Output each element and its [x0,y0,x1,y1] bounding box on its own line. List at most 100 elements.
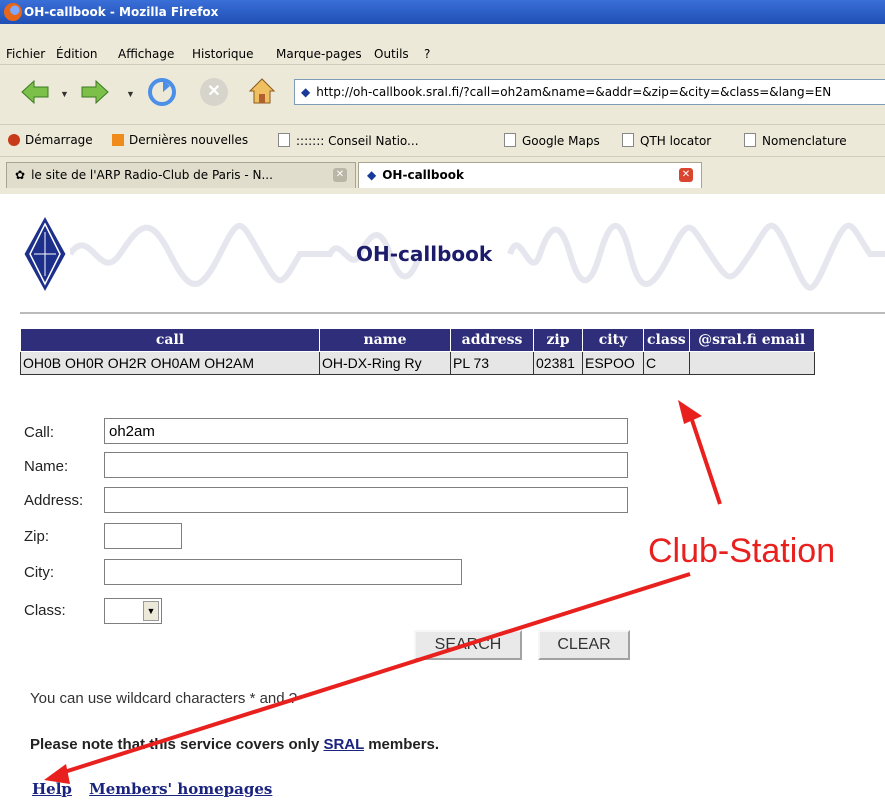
table-cell: OH-DX-Ring Ry [319,351,451,375]
back-history-dropdown-icon[interactable]: ▼ [60,89,69,99]
menu-help[interactable]: ? [424,47,430,61]
menu-outils[interactable]: Outils [374,47,409,61]
forward-arrow-icon [81,79,109,105]
class-label: Class: [24,602,66,619]
close-tab-icon[interactable]: ✕ [679,168,693,182]
bookmark-conseil[interactable]: ::::::: Conseil Natio... [278,133,419,148]
zip-input[interactable] [104,523,182,549]
address-input[interactable] [104,487,628,513]
sral-link[interactable]: SRAL [323,736,364,753]
home-icon[interactable] [248,77,276,105]
window-title: OH-callbook - Mozilla Firefox [24,5,219,19]
menu-edition[interactable]: Édition [56,47,98,61]
bookmark-label: Dernières nouvelles [129,133,249,147]
menu-marque-pages[interactable]: Marque-pages [276,47,362,61]
column-header: city [582,328,644,352]
help-link[interactable]: Help [32,780,72,798]
page-icon [278,133,290,147]
bookmark-qth-locator[interactable]: QTH locator [622,133,711,148]
house-shape [248,78,276,104]
bookmark-demarrage[interactable]: Démarrage [8,133,93,147]
window-title-bar: OH-callbook - Mozilla Firefox [0,0,885,24]
annotation-label: Club-Station [648,532,836,570]
zip-label: Zip: [24,528,50,545]
note-text: members. [364,736,440,753]
page-content: OH-callbook call name address zip city c… [0,194,885,803]
divider [20,312,885,314]
firefox-logo-icon [4,3,22,21]
chevron-down-icon[interactable]: ▼ [143,601,159,621]
footer-links: Help Members' homepages [32,780,284,798]
stop-icon[interactable]: ✕ [200,78,228,106]
tab-label: OH-callbook [382,168,464,182]
table-cell: C [643,351,690,375]
results-table: call name address zip city class @sral.f… [20,328,815,375]
navigation-toolbar: ▼ ▼ ✕ ◆ http://oh-callbook.sral.fi/?call=… [0,64,885,125]
forward-button[interactable] [80,79,109,105]
back-arrow-icon [21,79,49,105]
bookmark-label: Nomenclature [762,134,847,148]
page-icon [504,133,516,147]
table-cell: PL 73 [450,351,534,375]
arrow-to-class-column [688,413,722,505]
city-label: City: [24,564,54,581]
bookmark-icon [8,134,20,146]
column-header: class [643,328,690,352]
bookmark-label: Démarrage [25,133,93,147]
bookmark-nomenclature[interactable]: Nomenclature [744,133,847,148]
note-text: Please note that this service covers onl… [30,736,324,753]
site-favicon-icon: ◆ [367,168,377,182]
column-header: zip [533,328,583,352]
tab-oh-callbook[interactable]: ◆ OH-callbook ✕ [358,162,702,188]
column-header: call [20,328,320,352]
membership-note: Please note that this service covers onl… [30,736,439,753]
page-icon [622,133,634,147]
table-cell: OH0B OH0R OH2R OH0AM OH2AM [20,351,320,375]
menu-bar: Fichier Édition Affichage Historique Mar… [0,24,885,64]
column-header: @sral.fi email [688,328,815,352]
menu-affichage[interactable]: Affichage [118,47,174,61]
menu-historique[interactable]: Historique [192,47,254,61]
column-header: name [319,328,451,352]
table-row: OH0B OH0R OH2R OH0AM OH2AM OH-DX-Ring Ry… [20,351,815,375]
bookmark-google-maps[interactable]: Google Maps [504,133,600,148]
clear-button[interactable]: CLEAR [538,630,630,660]
table-cell: ESPOO [582,351,644,375]
members-homepages-link[interactable]: Members' homepages [89,780,272,798]
url-bar[interactable]: ◆ http://oh-callbook.sral.fi/?call=oh2am&… [294,79,885,105]
sral-logo-icon [23,214,67,294]
table-cell [688,351,815,375]
tab-bar: ✿ le site de l'ARP Radio-Club de Paris - … [0,156,885,195]
wildcard-hint: You can use wildcard characters * and ? [30,690,298,707]
call-input[interactable] [104,418,628,444]
close-tab-icon[interactable]: ✕ [333,168,347,182]
page-title: OH-callbook [356,242,493,266]
site-favicon-icon: ✿ [15,168,26,182]
search-button[interactable]: SEARCH [414,630,522,660]
page-icon [744,133,756,147]
url-text: http://oh-callbook.sral.fi/?call=oh2am&n… [316,85,832,99]
menu-fichier[interactable]: Fichier [6,47,45,61]
site-favicon-icon: ◆ [301,85,311,99]
call-label: Call: [24,424,55,441]
arrowhead-icon [678,400,702,424]
address-label: Address: [24,492,84,509]
bookmark-dernieres-nouvelles[interactable]: Dernières nouvelles [112,133,248,147]
tab-arp-radio-club[interactable]: ✿ le site de l'ARP Radio-Club de Paris - … [6,162,356,188]
back-button[interactable] [20,79,49,105]
table-header-row: call name address zip city class @sral.f… [20,328,815,352]
forward-history-dropdown-icon[interactable]: ▼ [126,89,135,99]
class-select[interactable]: ▼ [104,598,162,624]
column-header: address [450,328,534,352]
table-cell: 02381 [533,351,583,375]
bookmark-label: QTH locator [640,134,712,148]
rss-icon [112,134,124,146]
city-input[interactable] [104,559,462,585]
tab-label: le site de l'ARP Radio-Club de Paris - N… [31,168,273,182]
name-input[interactable] [104,452,628,478]
bookmark-label: ::::::: Conseil Natio... [296,134,419,148]
name-label: Name: [24,458,69,475]
reload-icon[interactable] [148,78,176,106]
bookmarks-toolbar: Démarrage Dernières nouvelles ::::::: Co… [0,124,885,157]
bookmark-label: Google Maps [522,134,600,148]
